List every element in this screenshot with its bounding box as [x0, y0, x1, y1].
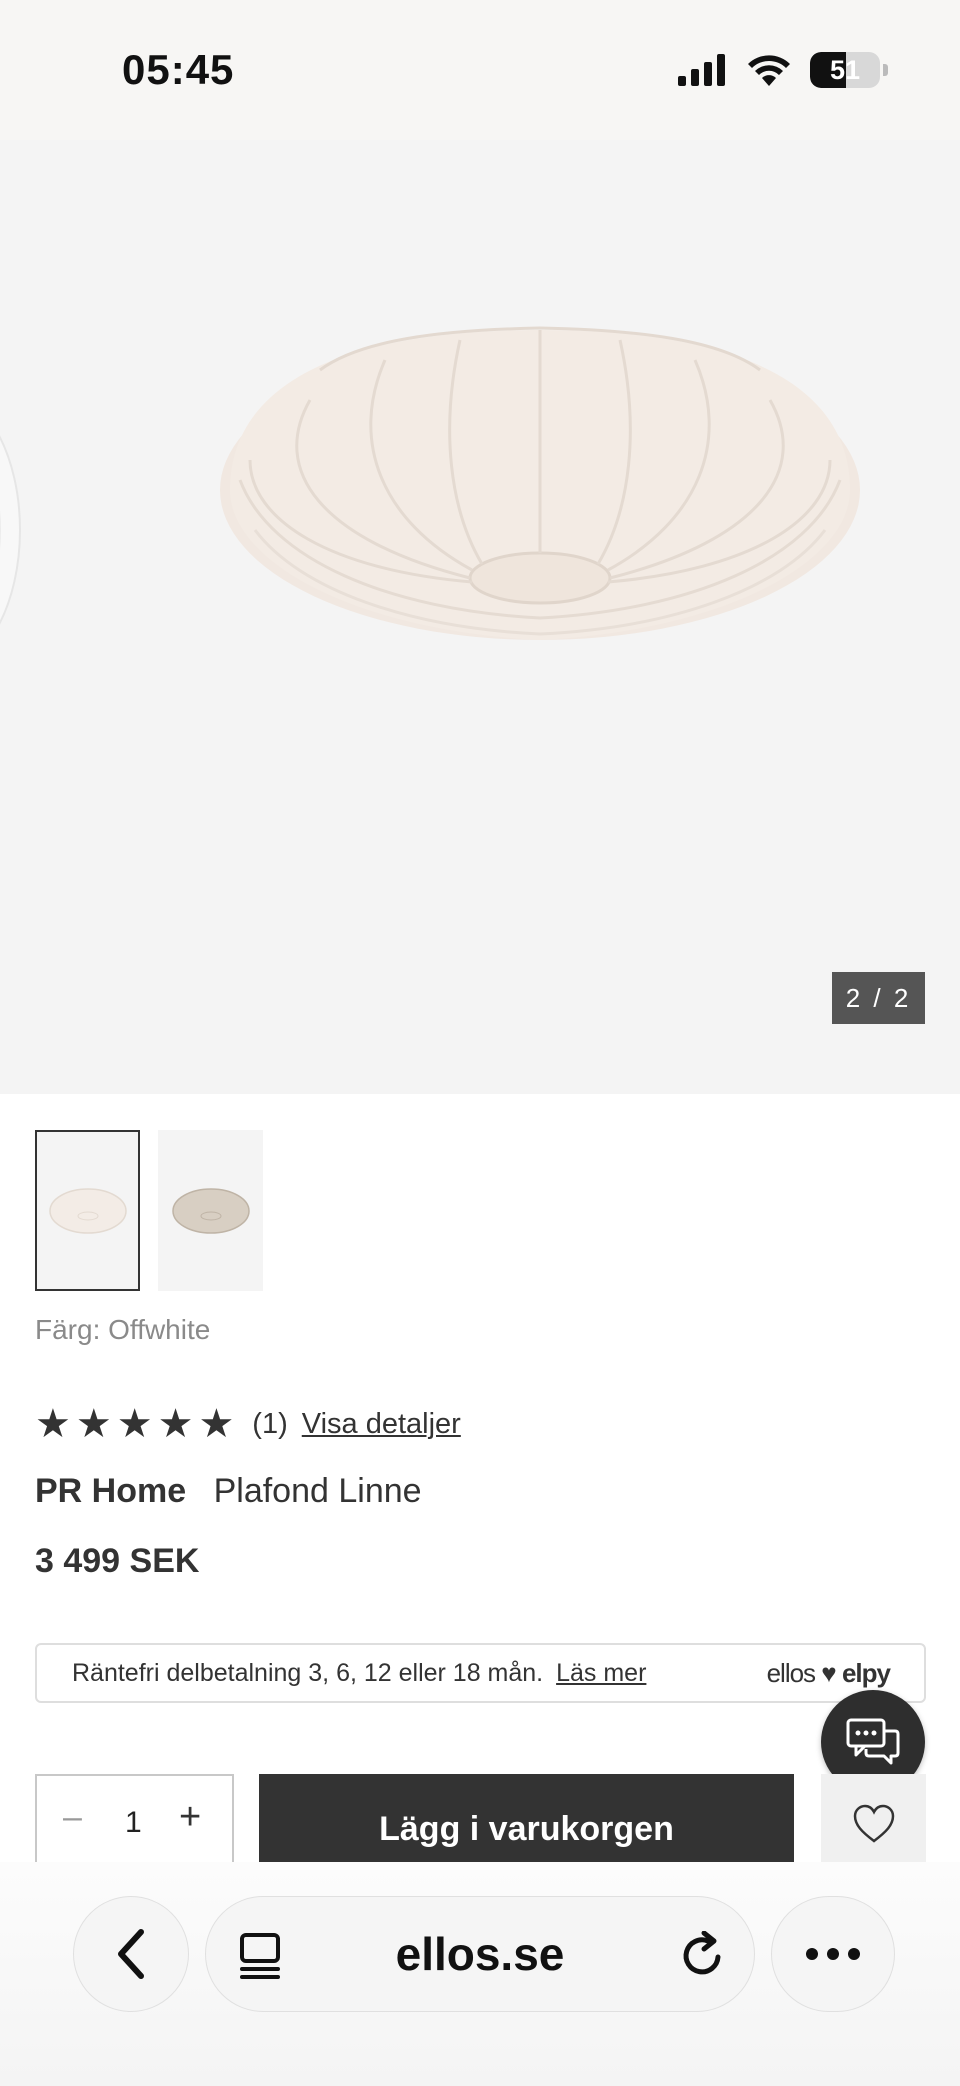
installment-banner: Räntefri delbetalning 3, 6, 12 eller 18 …	[35, 1643, 926, 1703]
purchase-row: – 1 + Lägg i varukorgen	[35, 1774, 926, 1862]
add-to-cart-button[interactable]: Lägg i varukorgen	[259, 1774, 794, 1862]
star-icon: ★	[75, 1402, 112, 1446]
quantity-stepper: – 1 +	[35, 1774, 234, 1862]
status-bar: 05:45 51	[0, 0, 960, 140]
battery-icon: 51	[810, 52, 880, 88]
wishlist-button[interactable]	[821, 1774, 926, 1862]
color-label: Färg: Offwhite	[35, 1314, 211, 1345]
quantity-value[interactable]: 1	[125, 1806, 142, 1840]
view-details-link[interactable]: Visa detaljer	[302, 1408, 461, 1441]
chat-icon	[846, 1718, 900, 1765]
previous-image-peek	[0, 435, 21, 625]
chevron-left-icon	[118, 1929, 144, 1979]
increase-quantity-button[interactable]: +	[179, 1796, 201, 1839]
installment-text: Räntefri delbetalning 3, 6, 12 eller 18 …	[72, 1659, 646, 1688]
decrease-quantity-button[interactable]: –	[63, 1798, 82, 1837]
signal-icon	[678, 54, 725, 86]
product-name: Plafond Linne	[213, 1472, 422, 1510]
payment-partner-logo: ellos ♥ elpy	[766, 1658, 891, 1689]
url-text: ellos.se	[395, 1928, 565, 1980]
status-time: 05:45	[122, 46, 235, 93]
star-rating: ★ ★ ★ ★ ★	[35, 1402, 234, 1446]
product-price: 3 499 SEK	[35, 1542, 200, 1580]
product-title: PR Home Plafond Linne	[35, 1472, 422, 1511]
product-brand[interactable]: PR Home	[35, 1472, 186, 1510]
ceiling-lamp-image	[220, 326, 860, 640]
heart-icon	[853, 1804, 894, 1843]
rating-count: (1)	[252, 1407, 288, 1440]
address-bar[interactable]: ellos.se	[205, 1896, 755, 2012]
elpy-logo-text: elpy	[841, 1658, 891, 1688]
back-button[interactable]	[73, 1896, 189, 2012]
star-icon: ★	[157, 1402, 194, 1446]
star-icon: ★	[198, 1402, 235, 1446]
reload-icon[interactable]	[680, 1931, 726, 1979]
browser-toolbar: ellos.se	[0, 1862, 960, 2086]
thumbnail-lamp-image	[171, 1187, 250, 1234]
status-icons: 51	[678, 50, 888, 90]
star-icon: ★	[35, 1402, 71, 1446]
installment-description: Räntefri delbetalning 3, 6, 12 eller 18 …	[72, 1659, 544, 1687]
rating: ★ ★ ★ ★ ★ (1) Visa detaljer	[35, 1402, 461, 1446]
more-icon	[806, 1948, 860, 1960]
more-button[interactable]	[771, 1896, 895, 2012]
thumbnail-1[interactable]	[35, 1130, 140, 1291]
thumbnail-2[interactable]	[158, 1130, 263, 1291]
wifi-icon	[748, 55, 790, 86]
star-icon: ★	[116, 1402, 153, 1446]
product-image-gallery[interactable]: 2 / 2	[0, 140, 960, 1094]
heart-small-icon: ♥	[821, 1658, 836, 1688]
read-more-link[interactable]: Läs mer	[556, 1659, 646, 1687]
thumbnail-lamp-image	[48, 1187, 127, 1234]
thumbnail-list	[35, 1130, 263, 1291]
ellos-logo-text: ellos	[766, 1658, 816, 1688]
battery-level: 51	[829, 55, 861, 85]
battery-tip	[883, 64, 888, 76]
image-counter: 2 / 2	[832, 972, 925, 1024]
